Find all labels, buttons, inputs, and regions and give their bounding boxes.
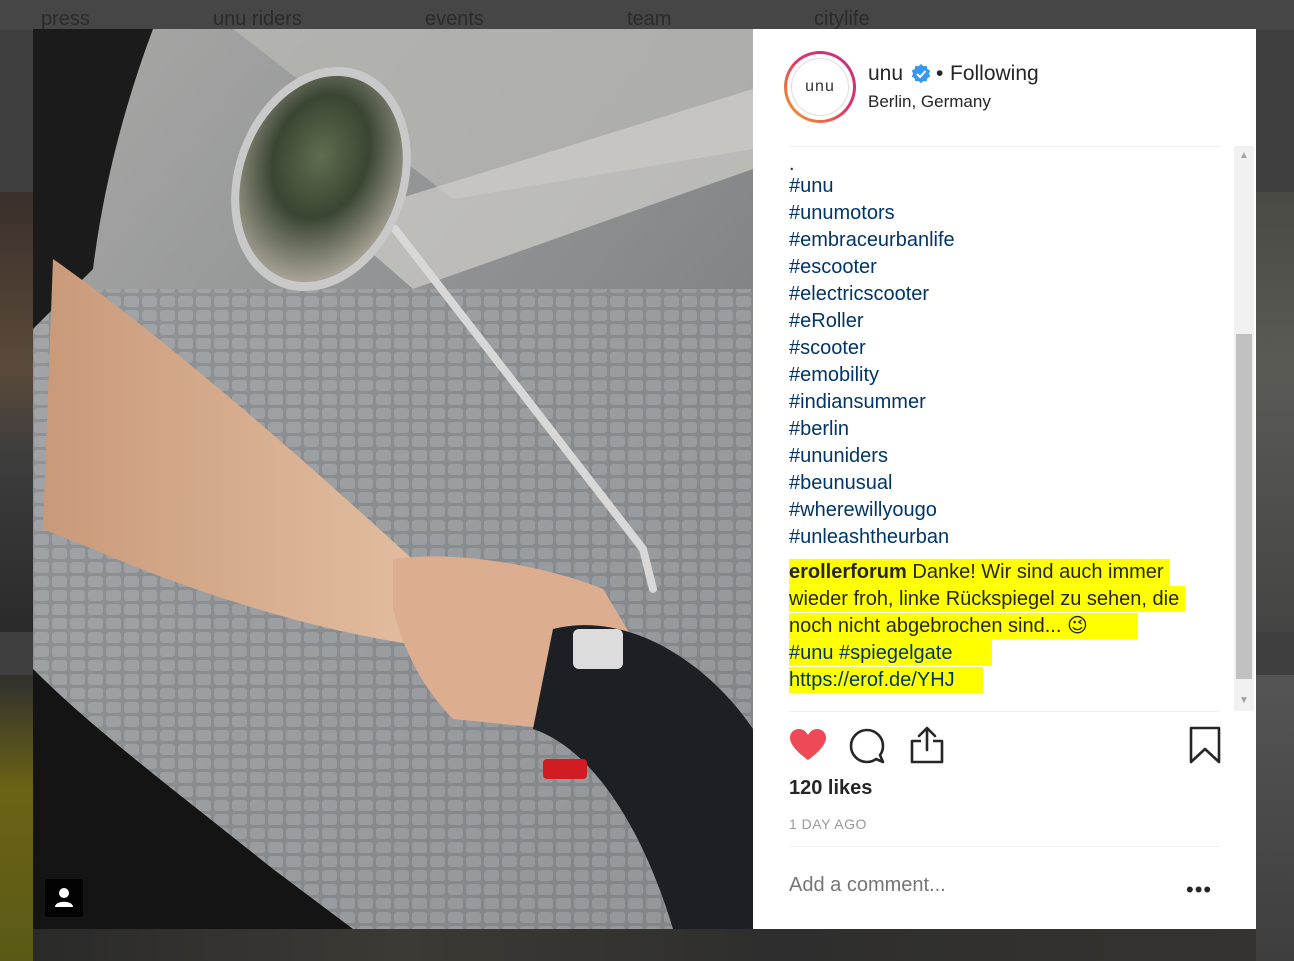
action-bar (789, 726, 1221, 766)
nav-events[interactable]: events (425, 8, 484, 31)
background-tile-right-bottom (1256, 675, 1294, 961)
nav-team[interactable]: team (627, 8, 671, 31)
nav-unu-riders[interactable]: unu riders (213, 8, 302, 31)
hashtag-link[interactable]: #scooter (789, 335, 1220, 362)
hashtag-link[interactable]: #embraceurbanlife (789, 227, 1220, 254)
comment-text: wieder froh, linke Rückspiegel zu sehen,… (789, 586, 1186, 612)
background-tile-left (0, 192, 33, 632)
hashtag-link[interactable]: #wherewillyougo (789, 497, 1220, 524)
hashtag-link[interactable]: #escooter (789, 254, 1220, 281)
post-timestamp[interactable]: 1 DAY AGO (789, 816, 867, 832)
comment-text: Danke! Wir sind auch immer (912, 561, 1164, 583)
comment-link[interactable]: https://erof.de/YHJ (789, 667, 983, 693)
heart-icon[interactable] (789, 728, 827, 762)
verified-icon (911, 64, 931, 84)
following-button[interactable]: Following (950, 62, 1039, 86)
likes-count[interactable]: 120 likes (789, 777, 872, 800)
comment-author-link[interactable]: erollerforum (789, 561, 907, 583)
hashtag-link[interactable]: #berlin (789, 416, 1220, 443)
hashtag-link[interactable]: #emobility (789, 362, 1220, 389)
avatar-logo: unu (791, 58, 849, 116)
avatar[interactable]: unu (784, 51, 856, 123)
comment-text: noch nicht abgebrochen sind... 😉 (789, 613, 1138, 639)
hashtag-link[interactable]: #eRoller (789, 308, 1220, 335)
background-tile-right (1256, 192, 1294, 632)
post-header: unu unu • Following Berlin, Germany (753, 29, 1256, 147)
more-options-button[interactable]: ••• (1186, 877, 1212, 903)
caption-line: . (789, 153, 795, 175)
background-tile-left-bottom (0, 675, 33, 961)
divider (789, 846, 1220, 847)
comments-scrollbar[interactable]: ▲ ▼ (1234, 146, 1254, 711)
scooter-mirror-photo (33, 29, 753, 929)
nav-press[interactable]: press (41, 8, 90, 31)
background-tile-bottom (33, 929, 1256, 961)
scroll-up-arrow[interactable]: ▲ (1234, 146, 1254, 166)
highlighted-comment: erollerforum Danke! Wir sind auch immer … (789, 559, 1220, 694)
scroll-down-arrow[interactable]: ▼ (1234, 691, 1254, 711)
user-tag-icon (55, 888, 73, 907)
hashtag-link[interactable]: #unumotors (789, 200, 1220, 227)
comment-hashtags[interactable]: #unu #spiegelgate (789, 640, 993, 666)
location-link[interactable]: Berlin, Germany (868, 92, 991, 112)
hashtag-link[interactable]: #electricscooter (789, 281, 1220, 308)
divider (789, 711, 1220, 712)
hashtag-link[interactable]: #unleashtheurban (789, 524, 1220, 551)
hashtag-link[interactable]: #ununiders (789, 443, 1220, 470)
share-icon[interactable] (909, 726, 945, 764)
user-tag-button[interactable] (45, 879, 83, 917)
comment-icon[interactable] (849, 728, 885, 764)
post-side-panel: unu unu • Following Berlin, Germany . #u… (753, 29, 1256, 929)
username-link[interactable]: unu (868, 62, 903, 86)
nav-citylife[interactable]: citylife (814, 8, 870, 31)
divider (789, 146, 1220, 147)
post-modal: unu unu • Following Berlin, Germany . #u… (33, 29, 1256, 929)
header-separator: • (936, 62, 944, 85)
hashtag-link[interactable]: #indiansummer (789, 389, 1220, 416)
post-photo (33, 29, 753, 929)
comment-input[interactable] (789, 874, 1149, 897)
bookmark-icon[interactable] (1189, 726, 1221, 764)
scroll-thumb[interactable] (1236, 334, 1252, 679)
comments-list: . #unu #unumotors #embraceurbanlife #esc… (789, 149, 1220, 711)
hashtag-link[interactable]: #beunusual (789, 470, 1220, 497)
background-nav: press unu riders events team citylife (0, 0, 1294, 30)
hashtag-link[interactable]: #unu (789, 173, 1220, 200)
